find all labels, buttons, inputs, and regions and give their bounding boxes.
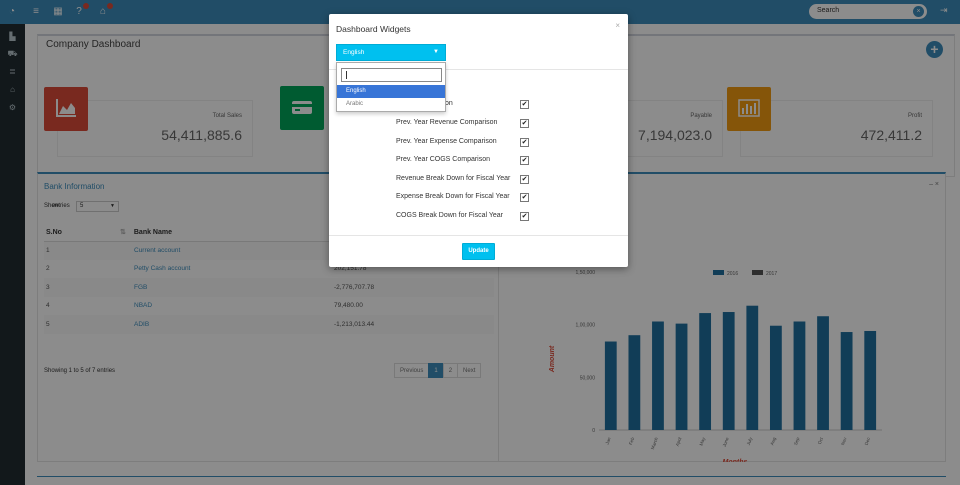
- widget-label: on: [445, 100, 453, 107]
- widget-checkbox[interactable]: ✔: [520, 175, 529, 184]
- chevron-down-icon: ▼: [433, 49, 439, 55]
- widget-checkbox[interactable]: ✔: [520, 212, 529, 221]
- language-search-input[interactable]: [341, 68, 442, 82]
- language-select[interactable]: English ▼: [336, 44, 446, 61]
- dashboard-widgets-modal: Dashboard Widgets × English ▼ on ✔ Prev.…: [329, 14, 628, 267]
- widget-checkbox[interactable]: ✔: [520, 156, 529, 165]
- widget-label: Prev. Year COGS Comparison: [396, 156, 491, 163]
- widget-checkbox[interactable]: ✔: [520, 100, 529, 109]
- widget-checkbox[interactable]: ✔: [520, 193, 529, 202]
- widget-checkbox[interactable]: ✔: [520, 138, 529, 147]
- widget-label: Prev. Year Revenue Comparison: [396, 119, 498, 126]
- close-icon[interactable]: ×: [615, 21, 620, 30]
- text-cursor: [346, 71, 347, 79]
- update-button[interactable]: Update: [462, 243, 495, 260]
- widget-label: Revenue Break Down for Fiscal Year: [396, 175, 511, 182]
- widget-label: COGS Break Down for Fiscal Year: [396, 212, 503, 219]
- language-option-english[interactable]: English: [337, 85, 445, 98]
- language-dropdown: English Arabic: [336, 62, 446, 112]
- language-option-arabic[interactable]: Arabic: [337, 98, 445, 111]
- modal-title: Dashboard Widgets: [336, 24, 411, 34]
- modal-divider: [329, 235, 628, 236]
- widget-label: Prev. Year Expense Comparison: [396, 138, 497, 145]
- widget-checkbox[interactable]: ✔: [520, 119, 529, 128]
- widget-label: Expense Break Down for Fiscal Year: [396, 193, 510, 200]
